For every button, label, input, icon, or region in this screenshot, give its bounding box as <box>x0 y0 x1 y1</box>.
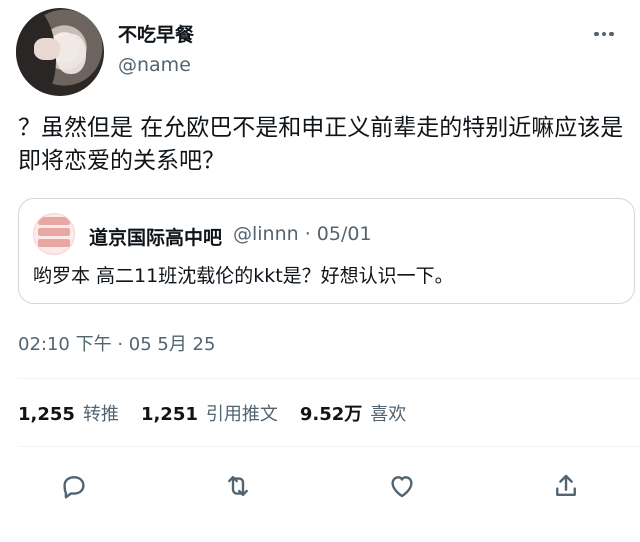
avatar-text-line <box>38 228 70 236</box>
quote-avatar[interactable] <box>33 213 75 255</box>
divider <box>18 446 640 447</box>
author-avatar[interactable] <box>16 8 104 96</box>
engagement-stats: 1,255 转推 1,251 引用推文 9.52万 喜欢 <box>18 400 428 426</box>
retweets-label: 转推 <box>82 404 119 425</box>
more-dot <box>609 31 614 37</box>
retweets-stat[interactable]: 1,255 转推 <box>18 400 119 426</box>
more-options-icon[interactable] <box>594 24 618 44</box>
author-display-name[interactable]: 不吃早餐 <box>118 20 194 47</box>
reply-icon <box>63 476 85 499</box>
quote-author-meta: @linnn · 05/01 <box>233 223 372 245</box>
heart-icon <box>391 476 413 498</box>
action-bar <box>0 466 640 510</box>
more-dot <box>601 31 606 37</box>
tweet-text: ？虽然但是 在允欧巴不是和申正义前辈走的特别近嘛应该是即将恋爱的关系吧？ <box>18 115 624 174</box>
quote-author-name[interactable]: 道京国际高中吧 <box>89 223 222 250</box>
retweet-icon <box>228 476 248 496</box>
like-button[interactable] <box>382 466 422 506</box>
quoted-tweet-card[interactable]: 道京国际高中吧 @linnn · 05/01 哟罗本 高二11班沈载伦的kkt是… <box>18 198 635 304</box>
avatar-text-line <box>38 217 70 225</box>
quotes-label: 引用推文 <box>205 404 278 425</box>
divider <box>18 378 640 379</box>
likes-count: 9.52万 <box>299 404 363 425</box>
avatar-hand <box>34 38 60 60</box>
retweet-button[interactable] <box>218 466 258 506</box>
reply-button[interactable] <box>54 466 94 506</box>
quote-text: 哟罗本 高二11班沈载伦的kkt是？好想认识一下。 <box>33 265 454 287</box>
author-handle[interactable]: @name <box>118 54 191 76</box>
more-dot <box>594 31 599 37</box>
retweets-count: 1,255 <box>18 404 75 425</box>
likes-label: 喜欢 <box>370 404 407 425</box>
avatar-face <box>56 34 86 74</box>
likes-stat[interactable]: 9.52万 喜欢 <box>300 400 406 426</box>
share-icon <box>556 474 576 496</box>
share-button[interactable] <box>546 466 586 506</box>
quotes-count: 1,251 <box>140 404 198 425</box>
tweet-timestamp[interactable]: 02:10 下午 · 05 5月 25 <box>18 330 215 356</box>
quotes-stat[interactable]: 1,251 引用推文 <box>141 400 278 426</box>
avatar-text-line <box>38 239 70 247</box>
